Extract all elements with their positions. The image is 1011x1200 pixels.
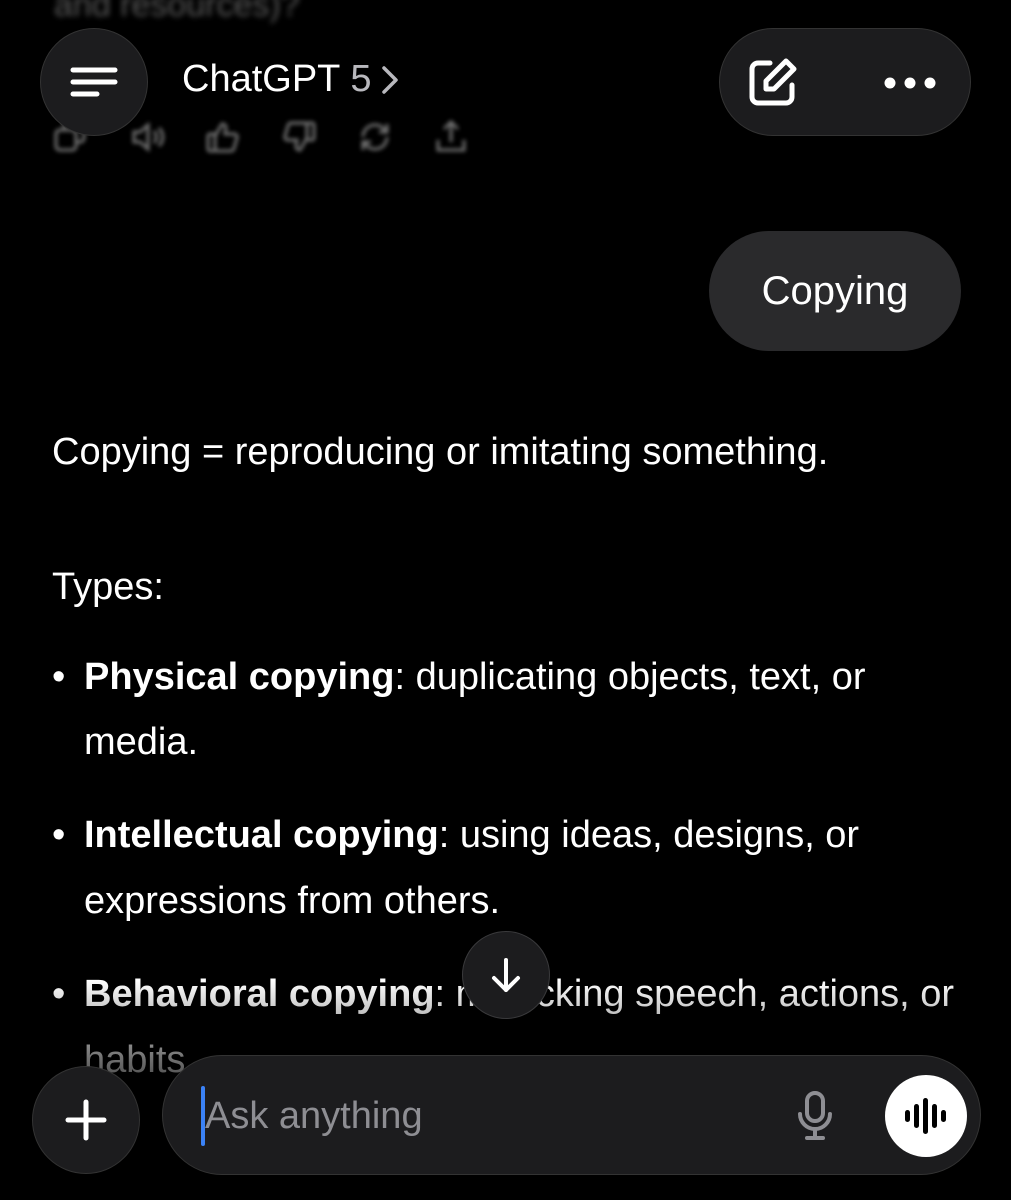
scroll-to-bottom-button[interactable] [462,931,550,1019]
voice-mode-button[interactable] [885,1075,967,1157]
list-item: • Physical copying: duplicating objects, … [52,645,972,776]
thumbs-down-icon[interactable] [280,118,318,156]
new-chat-button[interactable] [742,53,802,113]
types-heading: Types: [52,566,164,609]
definition-text: Copying = reproducing or imitating somet… [52,431,829,473]
list-item: • Intellectual copying: using ideas, desi… [52,803,972,934]
bullet: • [52,973,66,1016]
app-title: ChatGPT [182,58,341,100]
user-message-bubble: Copying [709,231,961,351]
chevron-right-icon [381,65,398,94]
types-list: • Physical copying: duplicating objects, … [52,645,972,1093]
share-icon[interactable] [432,118,470,156]
compose-icon [749,58,797,106]
speaker-icon[interactable] [128,118,166,156]
arrow-down-icon [492,958,520,992]
type-term: Intellectual copying [84,814,439,857]
type-term: Physical copying [84,655,395,698]
thumbs-up-icon[interactable] [204,118,242,156]
type-term: Behavioral copying [84,973,435,1016]
more-options-button[interactable] [870,53,950,113]
attach-button[interactable] [32,1066,140,1174]
menu-icon [70,67,118,97]
bullet: • [52,655,66,698]
bullet: • [52,814,66,857]
model-version: 5 [350,58,372,100]
dictate-button[interactable] [785,1086,845,1146]
model-selector[interactable]: ChatGPT 5 [182,58,400,101]
mic-icon [798,1091,832,1140]
chat-screen: and resources)? ChatGPT 5 Copying Copyin… [0,0,1011,1200]
plus-icon [65,1099,107,1141]
header-actions [719,28,971,136]
more-icon [884,77,936,89]
regenerate-icon[interactable] [356,118,394,156]
composer [162,1055,981,1175]
menu-button[interactable] [40,28,148,136]
message-input[interactable] [205,1086,765,1146]
user-message-text: Copying [761,268,909,313]
previous-message-text: and resources)? [54,0,300,24]
voice-mode-icon [905,1098,946,1134]
